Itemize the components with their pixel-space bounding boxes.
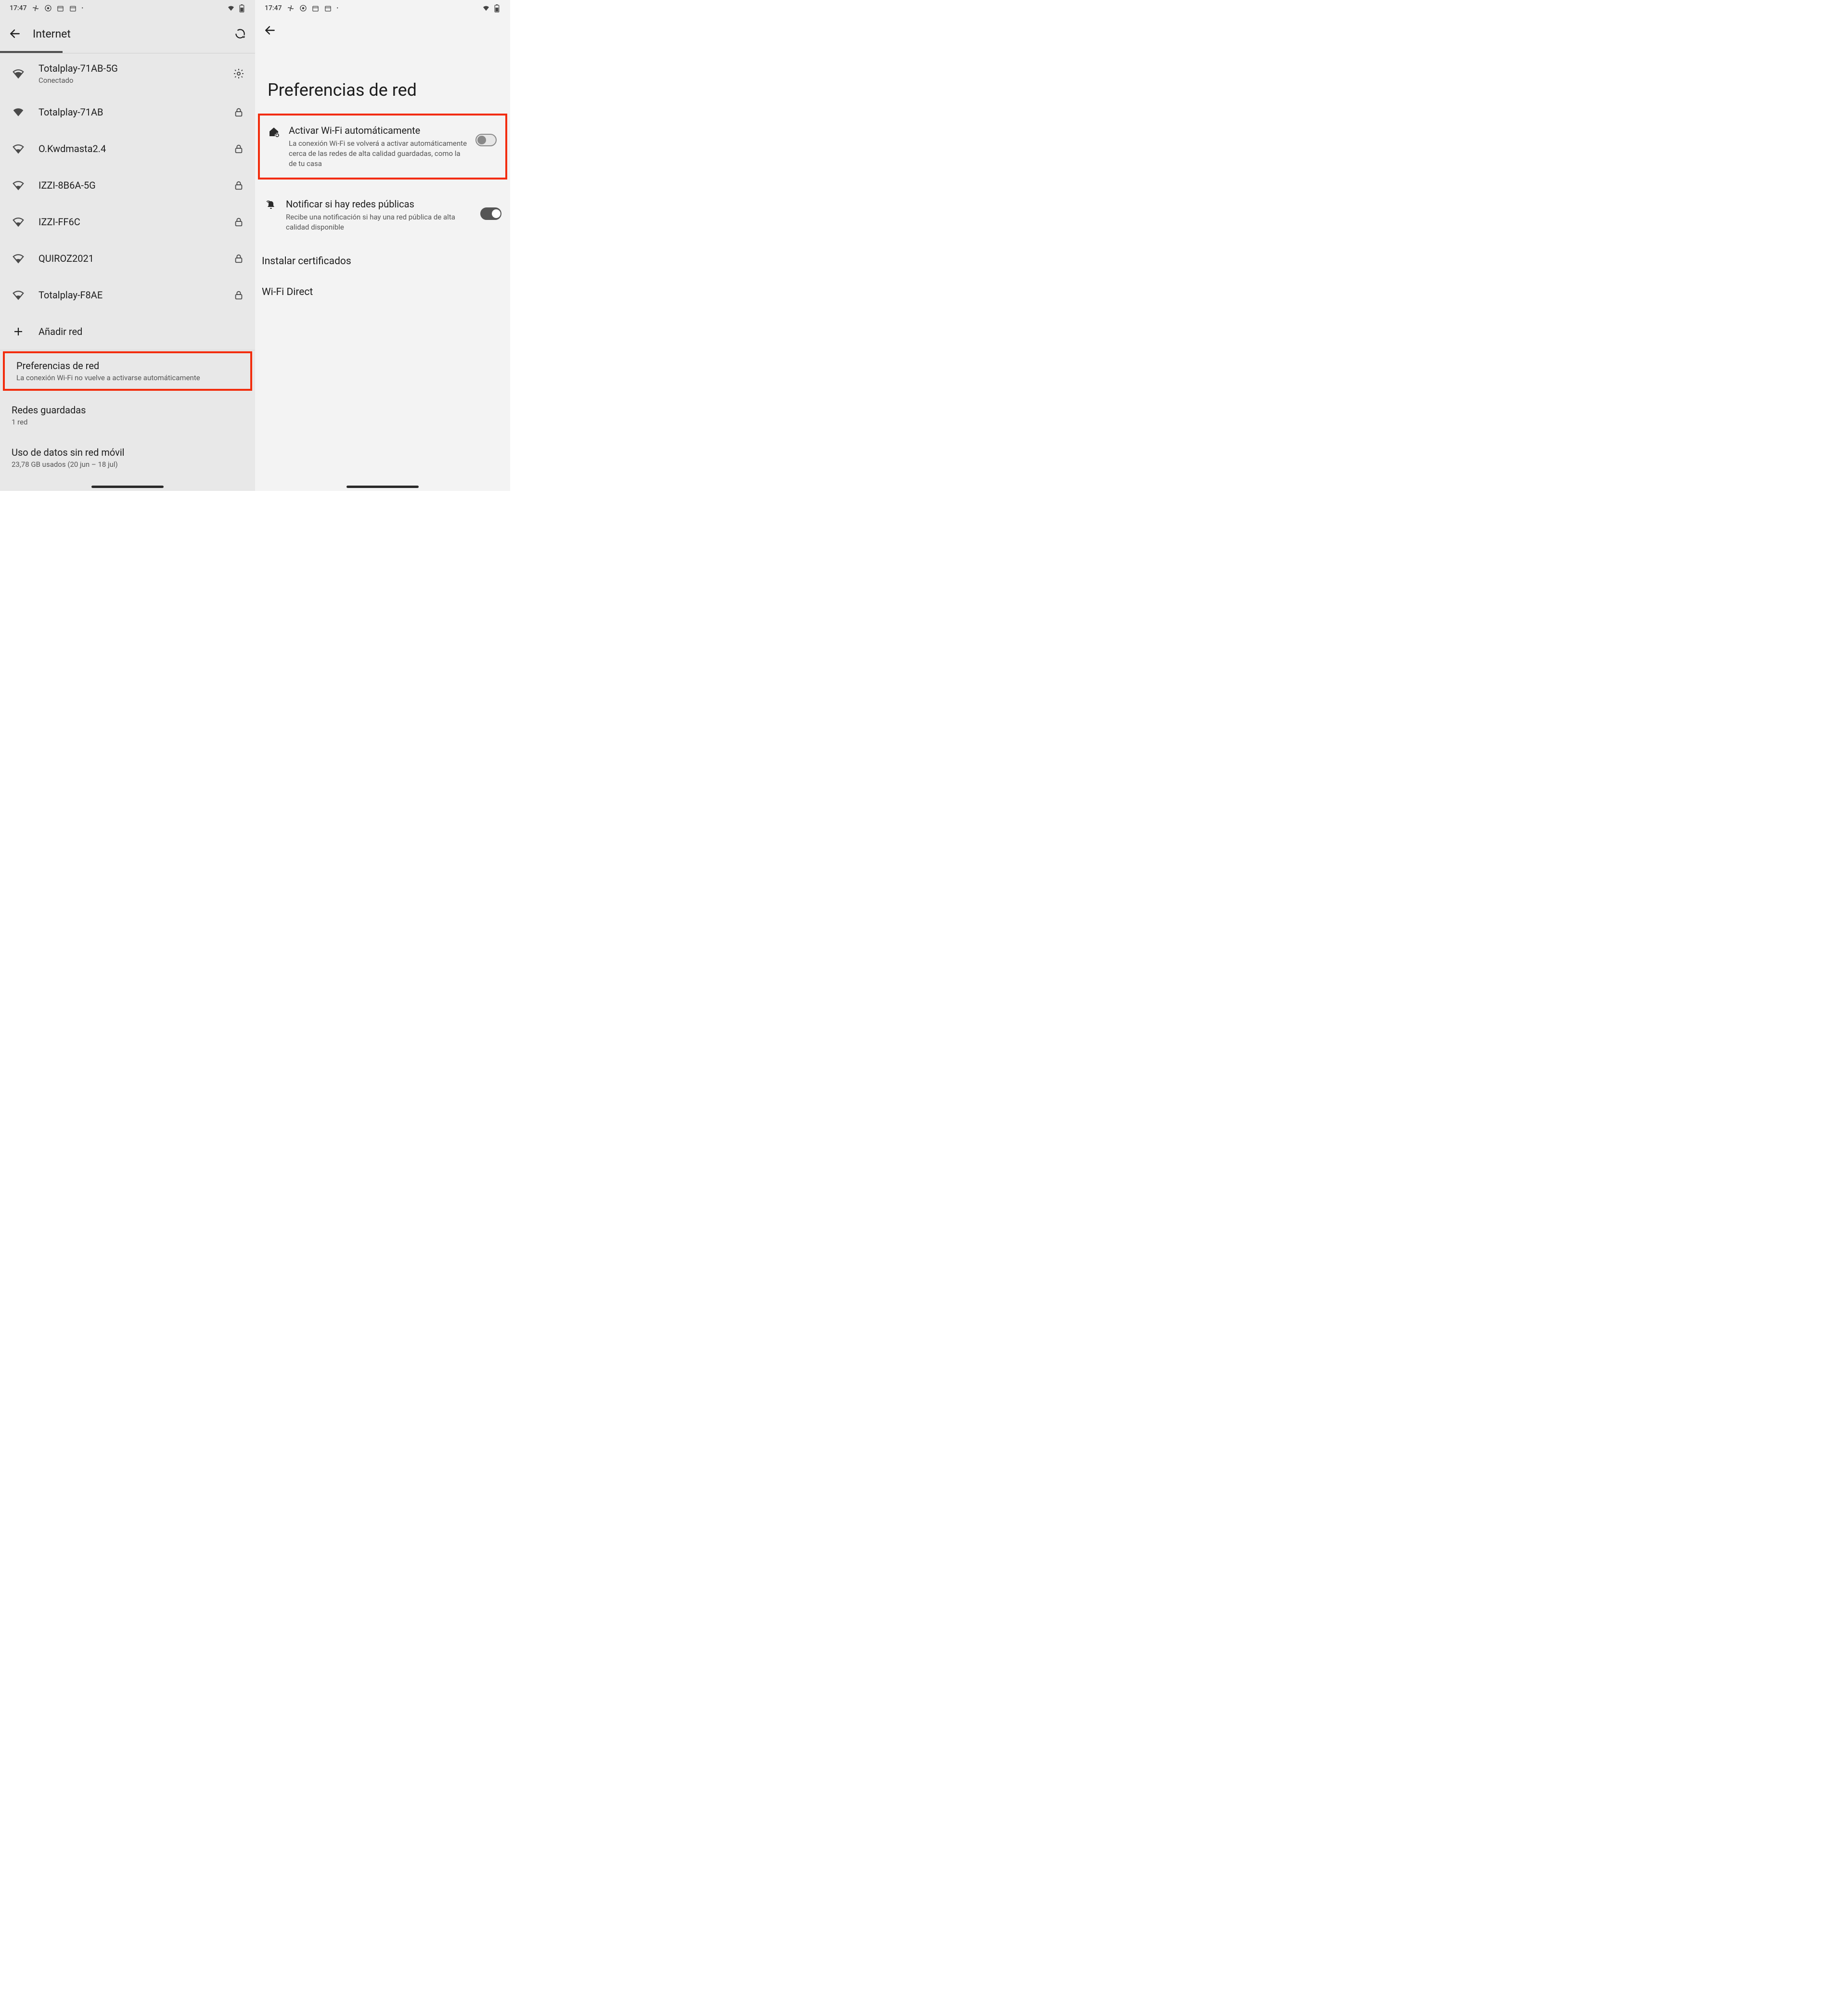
calendar-icon-2 <box>69 4 77 12</box>
screen-internet: 17:47 • Inter <box>0 0 255 491</box>
add-network-label: Añadir red <box>38 325 245 338</box>
calendar-icon <box>312 4 320 12</box>
network-settings-button[interactable] <box>232 68 245 79</box>
nav-handle[interactable] <box>91 486 164 488</box>
auto-wifi-row[interactable]: Activar Wi-Fi automáticamente La conexió… <box>260 116 505 178</box>
network-row[interactable]: IZZI-FF6C <box>0 204 255 240</box>
network-row[interactable]: QUIROZ2021 <box>0 240 255 277</box>
status-time: 17:47 <box>265 4 282 12</box>
network-preferences-row[interactable]: Preferencias de red La conexión Wi-Fi no… <box>3 351 252 391</box>
network-preferences-title: Preferencias de red <box>16 360 241 372</box>
network-row[interactable]: IZZI-8B6A-5G <box>0 167 255 204</box>
network-ssid: Totalplay-71AB <box>38 106 218 118</box>
lock-icon <box>232 107 245 117</box>
network-preferences-sub: La conexión Wi-Fi no vuelve a activarse … <box>16 373 241 382</box>
wifi-direct-label: Wi-Fi Direct <box>262 286 313 298</box>
chrome-icon <box>299 4 307 12</box>
network-ssid: IZZI-8B6A-5G <box>38 179 218 192</box>
app-bar: Internet <box>0 16 255 51</box>
status-time: 17:47 <box>10 4 27 12</box>
wifi-icon <box>12 106 25 118</box>
wifi-icon <box>12 252 25 265</box>
battery-icon <box>493 4 500 12</box>
network-row[interactable]: Totalplay-71AB-5GConectado <box>0 53 255 94</box>
install-certs-row[interactable]: Instalar certificados <box>255 246 510 277</box>
auto-wifi-title: Activar Wi-Fi automáticamente <box>289 124 468 137</box>
more-notifications-icon: • <box>337 6 339 11</box>
lock-icon <box>232 180 245 191</box>
network-list: Totalplay-71AB-5GConectadoTotalplay-71AB… <box>0 53 255 313</box>
network-status: Conectado <box>38 76 218 85</box>
saved-networks-title: Redes guardadas <box>12 404 245 416</box>
lock-icon <box>232 143 245 154</box>
notify-public-title: Notificar si hay redes públicas <box>286 198 473 210</box>
network-ssid: O.Kwdmasta2.4 <box>38 142 218 155</box>
lock-icon <box>232 217 245 227</box>
notify-public-toggle[interactable] <box>480 207 501 220</box>
saved-networks-sub: 1 red <box>12 418 245 426</box>
lock-icon <box>232 253 245 264</box>
wifi-icon <box>12 179 25 192</box>
nav-handle[interactable] <box>346 486 419 488</box>
fan-icon <box>32 4 39 12</box>
network-ssid: Totalplay-71AB-5G <box>38 62 218 75</box>
screen-network-preferences: 17:47 • Pre <box>255 0 510 491</box>
fan-icon <box>287 4 295 12</box>
network-ssid: QUIROZ2021 <box>38 252 218 265</box>
wifi-direct-row[interactable]: Wi-Fi Direct <box>255 277 510 308</box>
calendar-icon-2 <box>324 4 332 12</box>
saved-networks-row[interactable]: Redes guardadas 1 red <box>0 398 255 433</box>
page-title: Internet <box>33 27 222 40</box>
back-button[interactable] <box>264 24 501 37</box>
calendar-icon <box>57 4 64 12</box>
install-certs-label: Instalar certificados <box>262 256 351 267</box>
status-bar: 17:47 • <box>255 0 510 16</box>
status-bar: 17:47 • <box>0 0 255 16</box>
chrome-icon <box>44 4 52 12</box>
lock-icon <box>232 290 245 300</box>
back-button[interactable] <box>9 27 21 40</box>
network-row[interactable]: O.Kwdmasta2.4 <box>0 130 255 167</box>
network-ssid: Totalplay-F8AE <box>38 289 218 301</box>
network-row[interactable]: Totalplay-F8AE <box>0 277 255 313</box>
wifi-icon <box>12 67 25 80</box>
more-notifications-icon: • <box>82 6 84 11</box>
network-row[interactable]: Totalplay-71AB <box>0 94 255 130</box>
auto-wifi-toggle[interactable] <box>475 134 497 146</box>
wifi-icon <box>12 142 25 155</box>
wifi-status-icon <box>482 4 490 12</box>
wifi-status-icon <box>227 4 235 12</box>
page-title: Preferencias de red <box>255 37 510 114</box>
data-usage-row[interactable]: Uso de datos sin red móvil 23,78 GB usad… <box>0 440 255 475</box>
notify-public-row[interactable]: Notificar si hay redes públicas Recibe u… <box>255 189 510 241</box>
home-sync-icon <box>268 126 280 138</box>
notify-public-sub: Recibe una notificación si hay una red p… <box>286 212 473 232</box>
bell-wifi-icon <box>265 200 277 211</box>
plus-icon <box>13 326 24 337</box>
wifi-icon <box>12 216 25 228</box>
data-usage-sub: 23,78 GB usados (20 jun – 18 jul) <box>12 460 245 469</box>
network-ssid: IZZI-FF6C <box>38 216 218 228</box>
auto-wifi-sub: La conexión Wi-Fi se volverá a activar a… <box>289 139 468 169</box>
battery-icon <box>238 4 245 12</box>
add-network-row[interactable]: Añadir red <box>0 313 255 350</box>
wifi-icon <box>12 289 25 301</box>
reset-icon[interactable] <box>234 27 246 40</box>
data-usage-title: Uso de datos sin red móvil <box>12 447 245 458</box>
